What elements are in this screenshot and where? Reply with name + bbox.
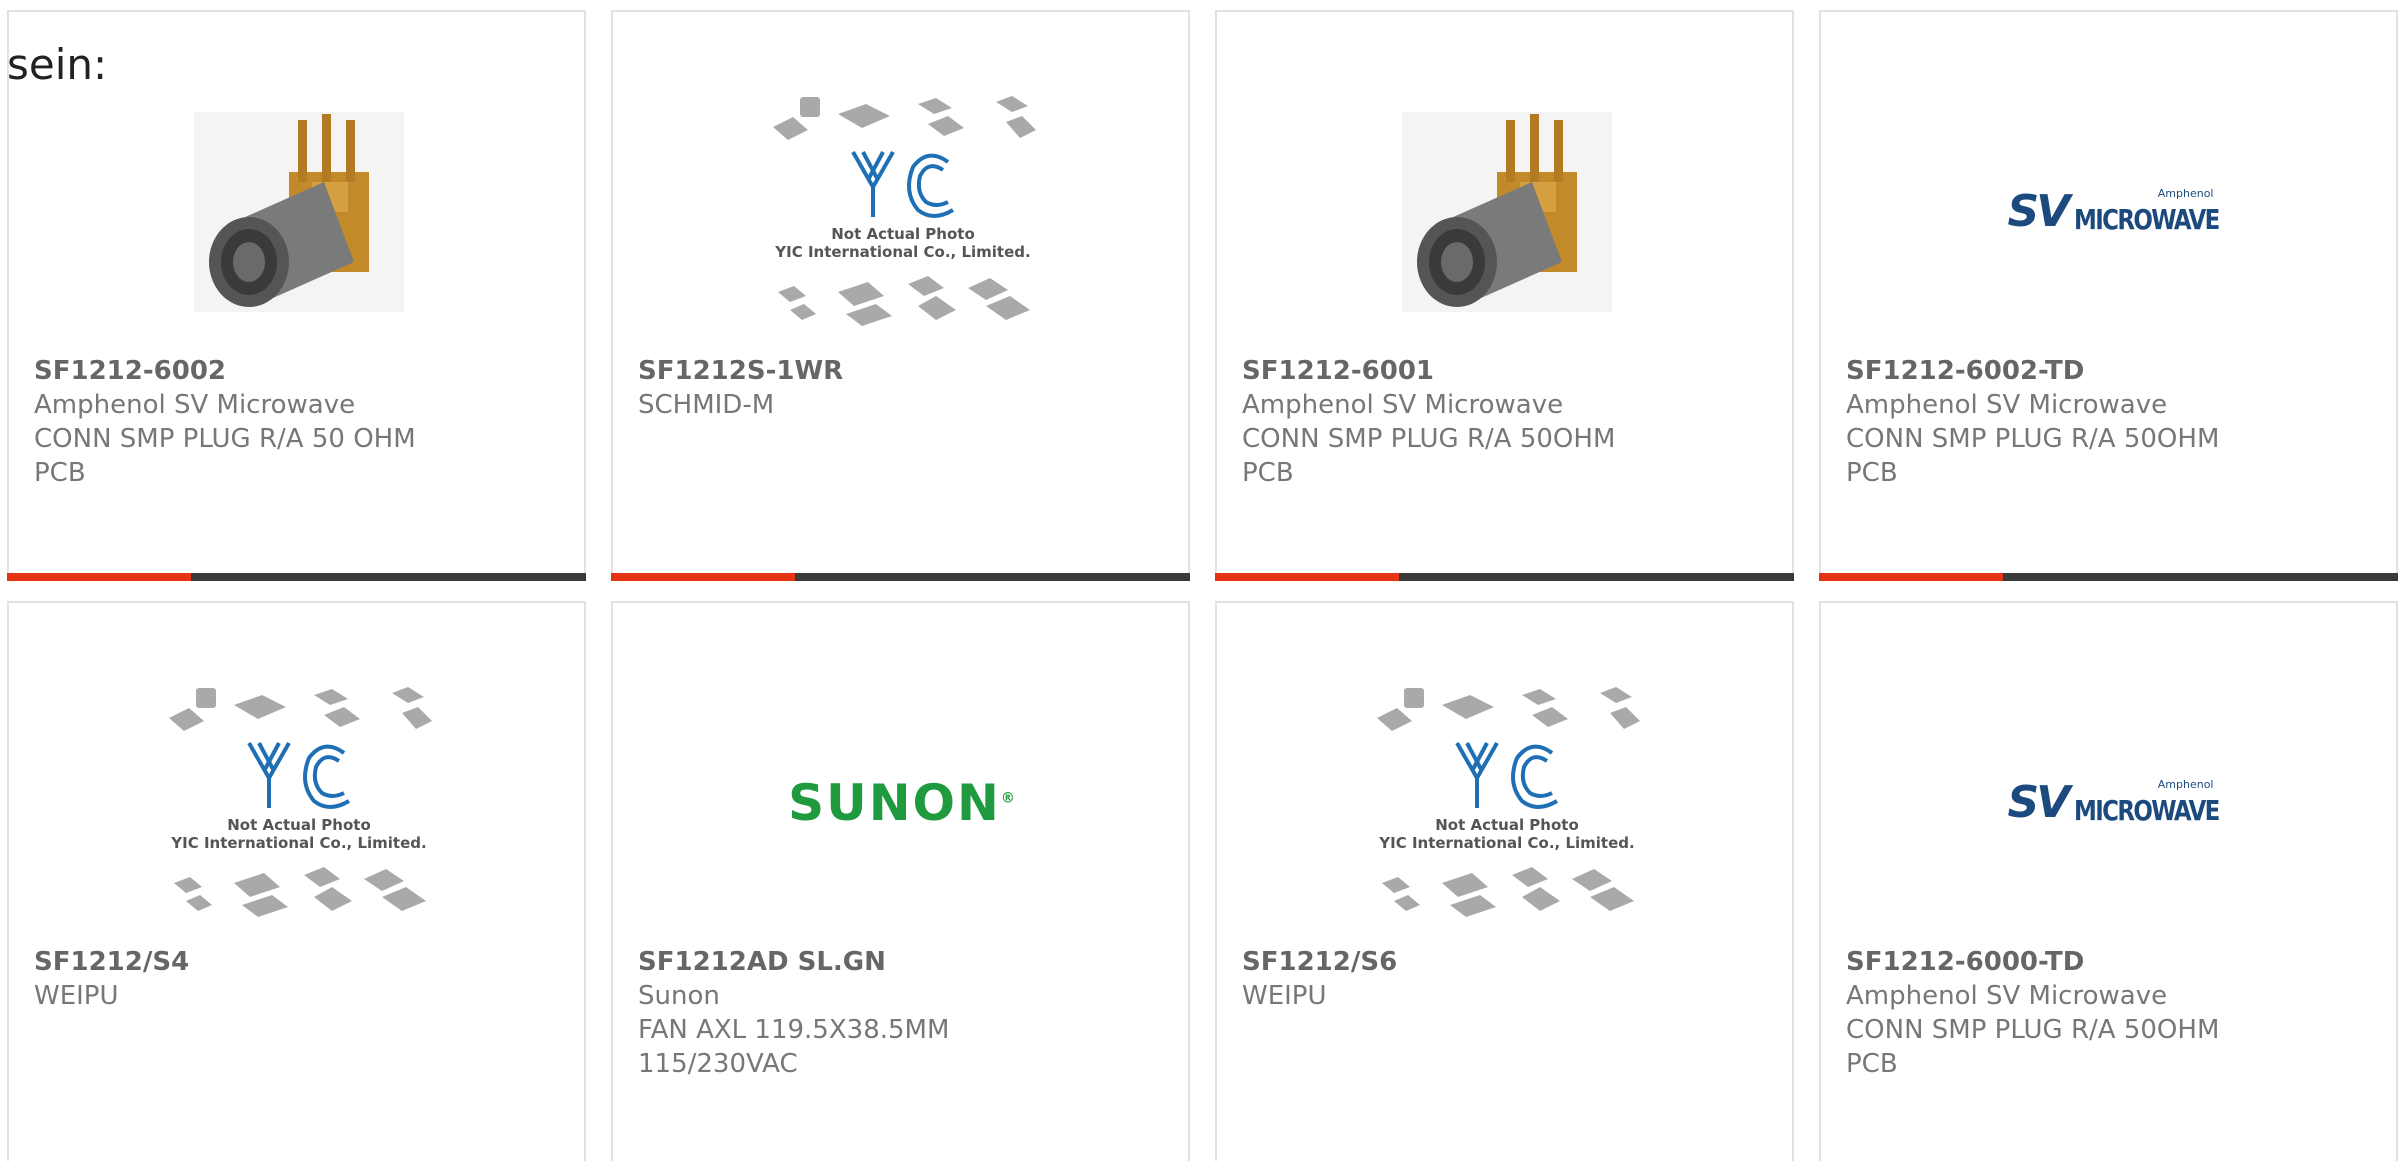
part-number[interactable]: SF1212-6002 (34, 354, 454, 388)
product-card[interactable]: Not Actual Photo YIC International Co., … (1215, 601, 1794, 1161)
product-card[interactable]: SF1212-6001 Amphenol SV Microwave CONN S… (1215, 10, 1794, 581)
part-number[interactable]: SF1212-6001 (1242, 354, 1662, 388)
product-image[interactable]: Not Actual Photo YIC International Co., … (9, 663, 588, 943)
placeholder-caption-1: Not Actual Photo (1435, 816, 1579, 834)
product-image[interactable] (9, 72, 588, 352)
sunon-logo: SUNON® (788, 774, 1017, 832)
product-info: SF1212-6001 Amphenol SV Microwave CONN S… (1242, 354, 1662, 490)
product-info: SF1212-6002-TD Amphenol SV Microwave CON… (1846, 354, 2266, 490)
card-bottom-bar (1819, 573, 2398, 581)
card-bottom-bar (1215, 573, 1794, 581)
part-number[interactable]: SF1212/S6 (1242, 945, 1662, 979)
product-image[interactable]: Not Actual Photo YIC International Co., … (1217, 663, 1796, 943)
product-image[interactable]: Not Actual Photo YIC International Co., … (613, 72, 1192, 352)
card-bottom-bar (7, 573, 586, 581)
product-card[interactable]: Not Actual Photo YIC International Co., … (611, 10, 1190, 581)
placeholder-caption-1: Not Actual Photo (227, 816, 371, 834)
smp-connector-photo (193, 112, 404, 312)
part-number[interactable]: SF1212-6000-TD (1846, 945, 2266, 979)
sv-logo-mark: SV (2007, 186, 2071, 237)
partial-heading-text: sein: (7, 40, 108, 89)
product-info: SF1212/S4 WEIPU (34, 945, 454, 1013)
description: CONN SMP PLUG R/A 50OHM PCB (1846, 1015, 2220, 1079)
manufacturer: Amphenol SV Microwave (1846, 390, 2168, 420)
description: CONN SMP PLUG R/A 50OHM PCB (1242, 424, 1616, 488)
manufacturer: SCHMID-M (638, 390, 775, 420)
description: CONN SMP PLUG R/A 50 OHM PCB (34, 424, 416, 488)
product-image[interactable]: SV MICROWAVE Amphenol (1821, 663, 2400, 943)
product-image[interactable]: SUNON® (613, 663, 1192, 943)
part-number[interactable]: SF1212S-1WR (638, 354, 1058, 388)
description: FAN AXL 119.5X38.5MM 115/230VAC (638, 1015, 950, 1079)
description: CONN SMP PLUG R/A 50OHM PCB (1846, 424, 2220, 488)
product-card[interactable]: Not Actual Photo YIC International Co., … (7, 601, 586, 1161)
product-card[interactable]: SUNON® SF1212AD SL.GN Sunon FAN AXL 119.… (611, 601, 1190, 1161)
part-number[interactable]: SF1212/S4 (34, 945, 454, 979)
product-grid: SF1212-6002 Amphenol SV Microwave CONN S… (7, 10, 2398, 1161)
yic-placeholder-image: Not Actual Photo YIC International Co., … (1376, 687, 1640, 917)
sv-logo-mark: SV (2007, 777, 2071, 828)
product-info: SF1212S-1WR SCHMID-M (638, 354, 1058, 422)
product-info: SF1212AD SL.GN Sunon FAN AXL 119.5X38.5M… (638, 945, 1058, 1081)
product-card[interactable]: SV MICROWAVE Amphenol SF1212-6000-TD Amp… (1819, 601, 2398, 1161)
product-info: SF1212-6002 Amphenol SV Microwave CONN S… (34, 354, 454, 490)
manufacturer: WEIPU (34, 981, 119, 1011)
product-card[interactable]: SF1212-6002 Amphenol SV Microwave CONN S… (7, 10, 586, 581)
card-bottom-bar (611, 573, 1190, 581)
sv-microwave-logo: SV MICROWAVE Amphenol (2007, 186, 2220, 237)
yic-placeholder-image: Not Actual Photo YIC International Co., … (772, 96, 1036, 326)
product-image[interactable] (1217, 72, 1796, 352)
sv-microwave-logo: SV MICROWAVE Amphenol (2007, 777, 2220, 828)
manufacturer: Amphenol SV Microwave (1242, 390, 1564, 420)
part-number[interactable]: SF1212AD SL.GN (638, 945, 1058, 979)
sv-logo-word: MICROWAVE (2073, 794, 2220, 827)
yic-placeholder-image: Not Actual Photo YIC International Co., … (168, 687, 432, 917)
manufacturer: WEIPU (1242, 981, 1327, 1011)
manufacturer: Amphenol SV Microwave (1846, 981, 2168, 1011)
manufacturer: Amphenol SV Microwave (34, 390, 356, 420)
placeholder-caption-2: YIC International Co., Limited. (774, 243, 1030, 261)
placeholder-caption-1: Not Actual Photo (831, 225, 975, 243)
manufacturer: Sunon (638, 981, 720, 1011)
product-image[interactable]: SV MICROWAVE Amphenol (1821, 72, 2400, 352)
part-number[interactable]: SF1212-6002-TD (1846, 354, 2266, 388)
sv-logo-brand: Amphenol (2157, 778, 2214, 791)
product-card[interactable]: SV MICROWAVE Amphenol SF1212-6002-TD Amp… (1819, 10, 2398, 581)
placeholder-caption-2: YIC International Co., Limited. (1378, 834, 1634, 852)
product-info: SF1212/S6 WEIPU (1242, 945, 1662, 1013)
sv-logo-word: MICROWAVE (2073, 203, 2220, 236)
sv-logo-brand: Amphenol (2157, 187, 2214, 200)
smp-connector-photo (1401, 112, 1612, 312)
product-info: SF1212-6000-TD Amphenol SV Microwave CON… (1846, 945, 2266, 1081)
placeholder-caption-2: YIC International Co., Limited. (170, 834, 426, 852)
